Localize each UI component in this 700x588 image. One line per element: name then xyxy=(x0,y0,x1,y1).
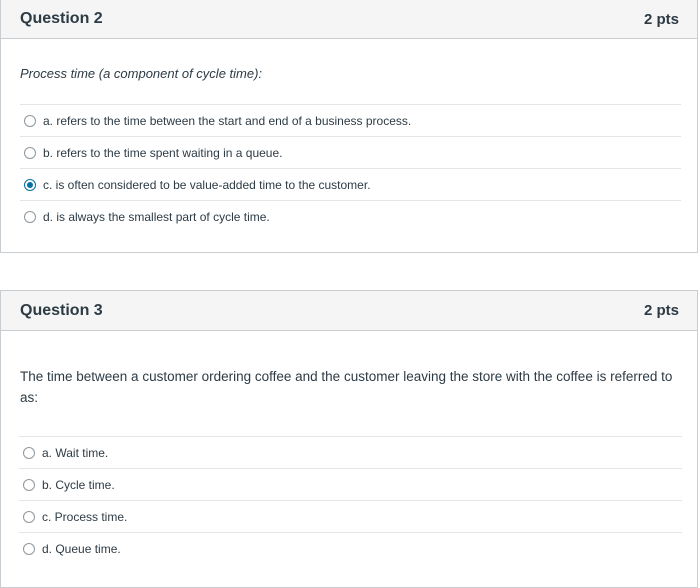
radio-button[interactable] xyxy=(23,510,35,523)
radio-button[interactable] xyxy=(24,210,36,223)
question-title: Question 3 xyxy=(20,301,103,319)
radio-button-selected[interactable] xyxy=(24,178,36,191)
answer-option-a[interactable]: a. refers to the time between the start … xyxy=(20,104,681,136)
answer-option-d[interactable]: d. Queue time. xyxy=(19,532,682,564)
answer-option-b[interactable]: b. Cycle time. xyxy=(19,468,682,500)
radio-button[interactable] xyxy=(24,146,36,159)
question-points: 2 pts xyxy=(643,10,679,28)
question-2: Question 2 2 pts Process time (a compone… xyxy=(0,0,698,253)
radio-button[interactable] xyxy=(23,446,35,459)
answer-label: c. is often considered to be value-added… xyxy=(43,177,371,192)
answer-list: a. refers to the time between the start … xyxy=(20,104,681,232)
radio-button[interactable] xyxy=(24,114,36,127)
radio-button[interactable] xyxy=(23,478,35,491)
answer-label: a. refers to the time between the start … xyxy=(43,113,412,128)
question-text: The time between a customer ordering cof… xyxy=(20,369,673,405)
answer-option-a[interactable]: a. Wait time. xyxy=(19,436,682,468)
question-text: Process time (a component of cycle time)… xyxy=(20,66,263,81)
answer-option-c[interactable]: c. is often considered to be value-added… xyxy=(20,168,681,200)
question-header: Question 2 2 pts xyxy=(1,0,697,39)
answer-list: a. Wait time. b. Cycle time. c. Process … xyxy=(19,436,682,564)
radio-button[interactable] xyxy=(23,542,35,555)
answer-label: b. Cycle time. xyxy=(42,477,115,492)
answer-option-c[interactable]: c. Process time. xyxy=(19,500,682,532)
question-header: Question 3 2 pts xyxy=(1,291,697,331)
answer-label: d. Queue time. xyxy=(42,541,121,556)
answer-label: c. Process time. xyxy=(42,509,128,524)
answer-label: a. Wait time. xyxy=(42,445,109,460)
answer-option-d[interactable]: d. is always the smallest part of cycle … xyxy=(20,200,681,232)
question-points: 2 pts xyxy=(643,302,679,319)
answer-label: b. refers to the time spent waiting in a… xyxy=(43,145,283,160)
question-title: Question 2 xyxy=(20,10,103,27)
answer-option-b[interactable]: b. refers to the time spent waiting in a… xyxy=(20,136,681,168)
answer-label: d. is always the smallest part of cycle … xyxy=(43,209,270,224)
